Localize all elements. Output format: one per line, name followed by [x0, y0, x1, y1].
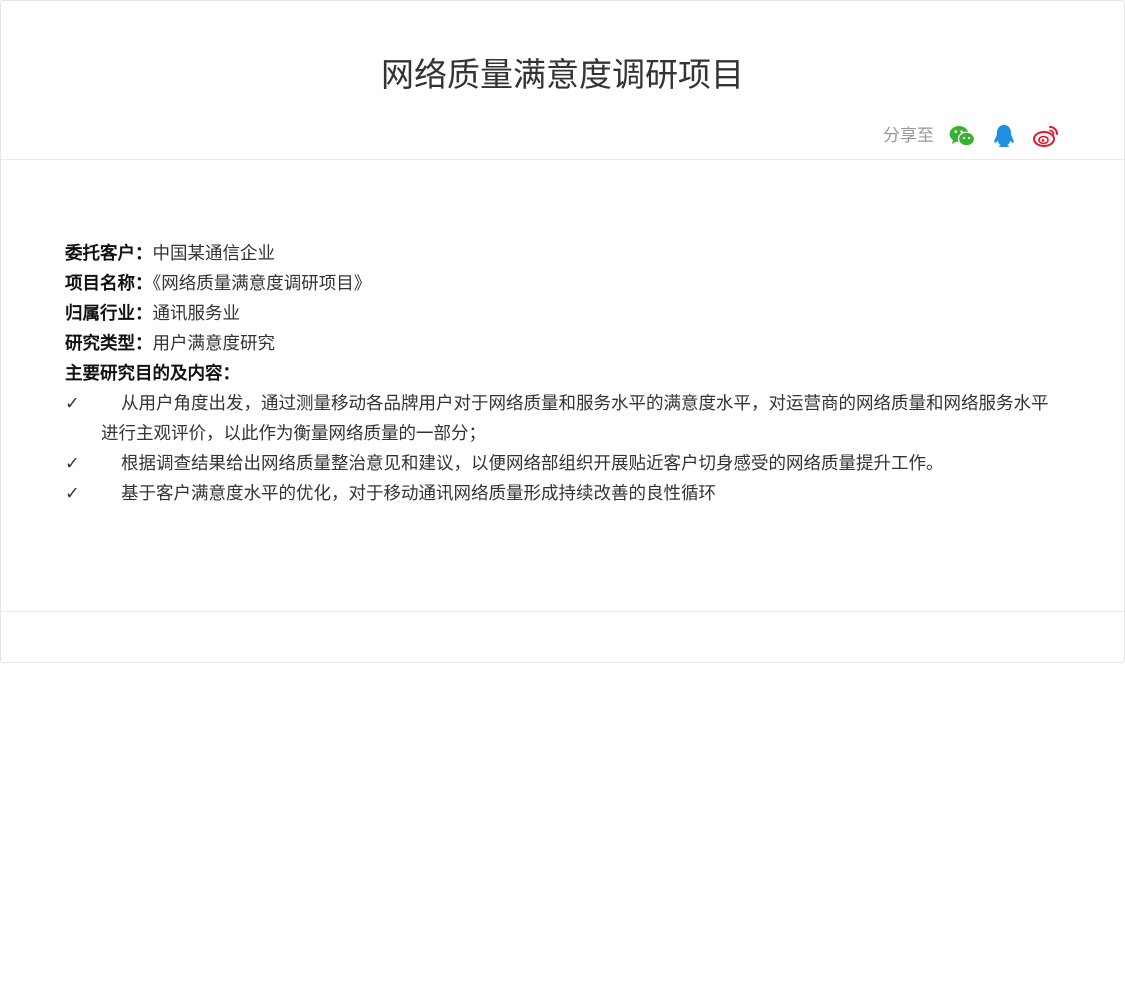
goals-label: 主要研究目的及内容：: [65, 364, 240, 384]
project-name-label: 项目名称：: [65, 274, 153, 294]
list-item-text: 从用户角度出发，通过测量移动各品牌用户对于网络质量和服务水平的满意度水平，对运营…: [101, 394, 1049, 444]
share-bar: 分享至: [883, 123, 1074, 149]
client-label: 委托客户：: [65, 244, 153, 264]
goals-list: ✓ 从用户角度出发，通过测量移动各品牌用户对于网络质量和服务水平的满意度水平，对运…: [65, 389, 1065, 509]
project-name-value: 《网络质量满意度调研项目》: [152, 274, 372, 294]
research-type-value: 用户满意度研究: [152, 334, 276, 354]
check-icon: ✓: [65, 394, 80, 414]
research-type-label: 研究类型：: [65, 334, 153, 354]
article-footer: [1, 611, 1124, 663]
list-item-text: 根据调查结果给出网络质量整治意见和建议，以便网络部组织开展贴近客户切身感受的网络…: [121, 454, 944, 474]
article-card: 网络质量满意度调研项目 分享至 委托客户：中国某通信企业 项目名称：《网络质量满…: [0, 0, 1125, 663]
industry-row: 归属行业：通讯服务业: [65, 299, 1065, 329]
project-name-row: 项目名称：《网络质量满意度调研项目》: [65, 269, 1065, 299]
qq-icon[interactable]: [990, 123, 1018, 149]
page-title: 网络质量满意度调研项目: [381, 55, 744, 94]
wechat-icon[interactable]: [948, 123, 976, 149]
list-item: ✓ 根据调查结果给出网络质量整治意见和建议，以便网络部组织开展贴近客户切身感受的网…: [65, 449, 1065, 479]
check-icon: ✓: [65, 484, 80, 504]
client-value: 中国某通信企业: [152, 244, 276, 264]
list-item: ✓ 从用户角度出发，通过测量移动各品牌用户对于网络质量和服务水平的满意度水平，对运…: [65, 389, 1065, 449]
industry-label: 归属行业：: [65, 304, 153, 324]
goals-row: 主要研究目的及内容：: [65, 359, 1065, 389]
research-type-row: 研究类型：用户满意度研究: [65, 329, 1065, 359]
industry-value: 通讯服务业: [152, 304, 241, 324]
article-header: 网络质量满意度调研项目 分享至: [1, 1, 1124, 160]
check-icon: ✓: [65, 454, 80, 474]
list-item: ✓ 基于客户满意度水平的优化，对于移动通讯网络质量形成持续改善的良性循环: [65, 479, 1065, 509]
list-item-text: 基于客户满意度水平的优化，对于移动通讯网络质量形成持续改善的良性循环: [121, 484, 716, 504]
article-content: 委托客户：中国某通信企业 项目名称：《网络质量满意度调研项目》 归属行业：通讯服…: [65, 239, 1065, 509]
client-row: 委托客户：中国某通信企业: [65, 239, 1065, 269]
share-label: 分享至: [883, 126, 934, 146]
weibo-icon[interactable]: [1032, 123, 1060, 149]
